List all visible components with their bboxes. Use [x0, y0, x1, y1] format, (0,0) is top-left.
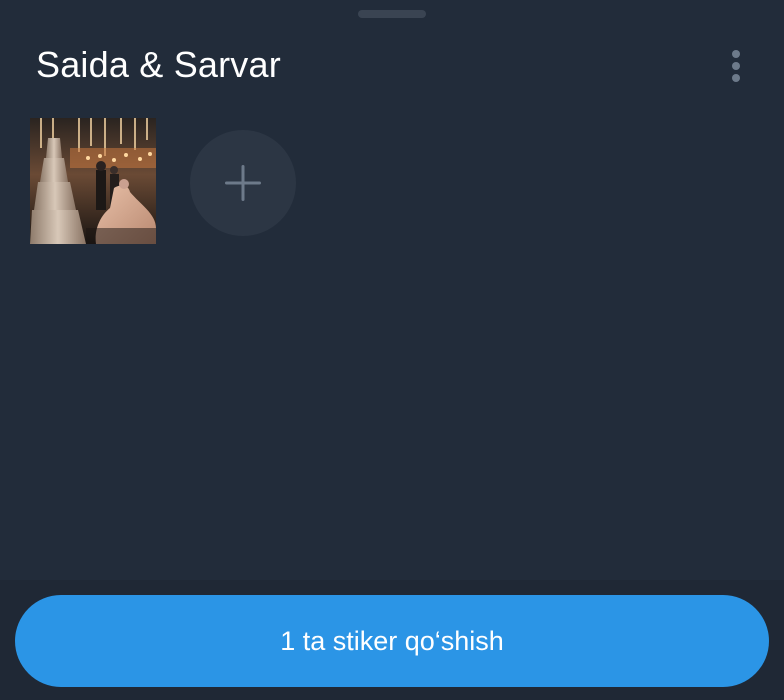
add-sticker-button[interactable] [190, 130, 296, 236]
wedding-photo-image [30, 118, 156, 244]
more-menu-button[interactable] [722, 46, 750, 86]
add-stickers-button[interactable]: 1 ta stiker qo‘shish [15, 595, 769, 687]
sticker-set-sheet: Saida & Sarvar 1 ta stiker qo‘shish [0, 0, 784, 700]
drag-handle[interactable] [358, 10, 426, 18]
sticker-thumbnail[interactable] [30, 118, 156, 244]
sticker-set-title: Saida & Sarvar [36, 44, 281, 85]
plus-icon [225, 165, 261, 201]
more-vertical-icon [732, 50, 740, 82]
